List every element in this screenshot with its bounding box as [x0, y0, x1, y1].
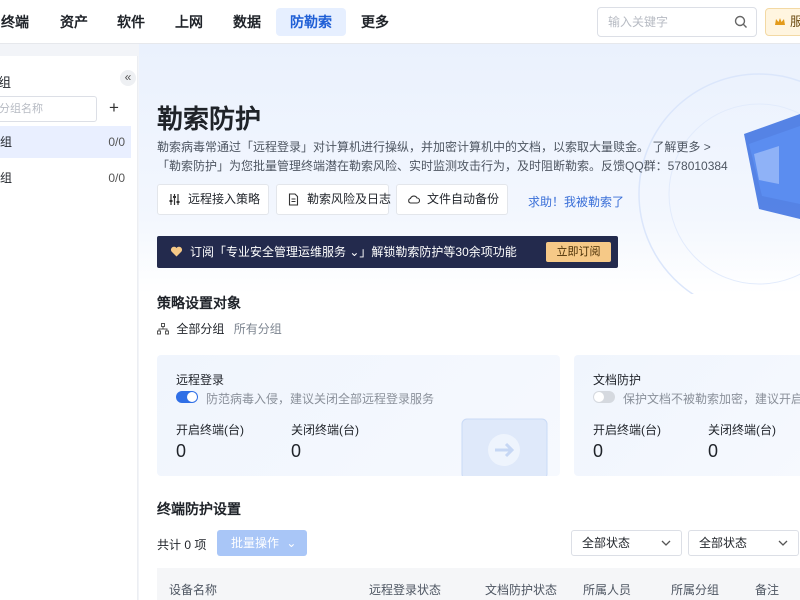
column-header[interactable]: 文档防护状态 [485, 581, 557, 598]
nav-tab-software[interactable]: 软件 [114, 8, 148, 36]
nav-tab-assets[interactable]: 资产 [57, 8, 91, 36]
bulk-action-button[interactable]: 批量操作 ⌄ [217, 530, 307, 556]
disabled-terminals-value: 0 [708, 441, 719, 461]
search-icon[interactable] [734, 15, 748, 29]
chevron-down-icon: ⌄ [286, 536, 297, 550]
disabled-terminals-label: 关闭终端(台) [291, 423, 359, 437]
disabled-terminals-label: 关闭终端(台) [708, 423, 776, 437]
top-navigation: 终端 资产 软件 上网 数据 防勒索 更多 服 [0, 0, 800, 44]
group-count: 0/0 [108, 135, 125, 149]
sidebar-title: 组 [0, 75, 12, 90]
button-label: 勒索风险及日志 [307, 192, 392, 206]
select-value: 全部状态 [699, 536, 748, 550]
search-box [597, 7, 757, 37]
add-group-button[interactable]: + [102, 96, 126, 122]
subscription-banner: 订阅「专业安全管理运维服务 ⌄」解锁勒索防护等30余项功能 立即订阅 [157, 236, 618, 268]
scope-label: 全部分组 [176, 322, 225, 336]
policy-scope[interactable]: 全部分组 所有分组 [157, 320, 282, 337]
column-header: 所属人员 [583, 583, 632, 597]
learn-more-link[interactable]: 了解更多 > [652, 140, 710, 154]
card-description: 保护文档不被勒索加密，建议开启全 [623, 392, 800, 406]
service-button[interactable]: 服 [765, 8, 800, 36]
column-header: 所属分组 [671, 583, 720, 597]
sidebar-group-item[interactable]: 组 0/0 [0, 126, 131, 158]
chevron-down-icon [778, 540, 788, 546]
card-title: 文档防护 [593, 373, 642, 387]
remote-login-card: 远程登录 防范病毒入侵，建议关闭全部远程登录服务 开启终端(台) 0 关闭终端(… [157, 355, 560, 476]
auto-backup-button[interactable]: 文件自动备份 [396, 184, 508, 215]
total-count: 共计 0 项 [157, 538, 207, 552]
remote-desktop-illustration [461, 418, 548, 476]
enabled-terminals-value: 0 [176, 441, 187, 461]
help-ransomware-link[interactable]: 求助！我被勒索了 [528, 193, 624, 210]
status-filter-select[interactable]: 全部状态 [688, 530, 799, 556]
group-search-input[interactable]: 分组名称 [0, 96, 97, 122]
column-header[interactable]: 远程登录状态 [369, 581, 441, 598]
description-line-2: 「勒索防护」为您批量管理终端潜在勒索风险、实时监测攻击行为，及时阻断勒索。反馈Q… [157, 159, 728, 173]
group-count: 0/0 [108, 171, 125, 185]
enabled-terminals-value: 0 [593, 441, 604, 461]
button-label: 批量操作 [231, 536, 280, 550]
remote-access-policy-button[interactable]: 远程接入策略 [157, 184, 269, 215]
disabled-terminals-value: 0 [291, 441, 302, 461]
description-line-1: 勒索病毒常通过「远程登录」对计算机进行操纵，并加密计算机中的文档，以索取大量赎金… [157, 138, 711, 155]
crown-icon [775, 18, 785, 25]
group-label: 组 [0, 135, 13, 149]
sidebar-group-item[interactable]: 组 0/0 [0, 162, 131, 194]
nav-tab-anti-ransomware[interactable]: 防勒索 [276, 8, 346, 36]
remote-login-toggle[interactable] [176, 391, 198, 403]
description-text: 勒索病毒常通过「远程登录」对计算机进行操纵，并加密计算机中的文档，以索取大量赎金… [157, 140, 650, 154]
column-header: 设备名称 [169, 583, 218, 597]
nav-tab-terminal[interactable]: 终端 [0, 8, 32, 36]
group-label: 组 [0, 171, 13, 185]
enabled-terminals-label: 开启终端(台) [176, 423, 244, 437]
select-value: 全部状态 [582, 536, 631, 550]
policy-section-title: 策略设置对象 [157, 295, 241, 311]
table-header: 设备名称 远程登录状态 文档防护状态 所属人员 所属分组 备注 [157, 568, 800, 600]
heart-icon [170, 246, 183, 257]
card-title: 远程登录 [176, 373, 225, 387]
collapse-sidebar-button[interactable]: « [120, 70, 136, 86]
nav-tab-more[interactable]: 更多 [358, 8, 392, 36]
nav-tab-data[interactable]: 数据 [230, 8, 264, 36]
document-protection-toggle[interactable] [593, 391, 615, 403]
nav-tab-internet[interactable]: 上网 [172, 8, 206, 36]
column-header: 备注 [755, 583, 780, 597]
group-sidebar: 组 « 分组名称 + 组 0/0 组 0/0 [0, 56, 138, 600]
page-title: 勒索防护 [157, 104, 262, 134]
service-label: 服 [790, 14, 800, 29]
group-tree-icon [157, 323, 169, 335]
chevron-down-icon [661, 540, 671, 546]
enabled-terminals-label: 开启终端(台) [593, 423, 661, 437]
ransomware-risk-log-button[interactable]: 勒索风险及日志 [276, 184, 392, 215]
banner-text: 订阅「专业安全管理运维服务 ⌄」解锁勒索防护等30余项功能 [190, 245, 517, 259]
status-filter-select[interactable]: 全部状态 [571, 530, 682, 556]
cloud-icon [408, 195, 420, 204]
search-input[interactable] [608, 8, 728, 36]
button-label: 文件自动备份 [427, 192, 500, 206]
scope-value: 所有分组 [233, 322, 282, 336]
document-protection-card: 文档防护 保护文档不被勒索加密，建议开启全 开启终端(台) 0 关闭终端(台) … [574, 355, 800, 476]
main-content: 勒索防护 勒索病毒常通过「远程登录」对计算机进行操纵，并加密计算机中的文档，以索… [139, 44, 800, 600]
document-icon [288, 193, 299, 206]
sliders-icon [169, 194, 180, 205]
subscribe-button[interactable]: 立即订阅 [546, 242, 611, 262]
endpoint-section-title: 终端防护设置 [157, 501, 241, 517]
button-label: 远程接入策略 [188, 192, 261, 206]
card-description: 防范病毒入侵，建议关闭全部远程登录服务 [206, 392, 435, 406]
